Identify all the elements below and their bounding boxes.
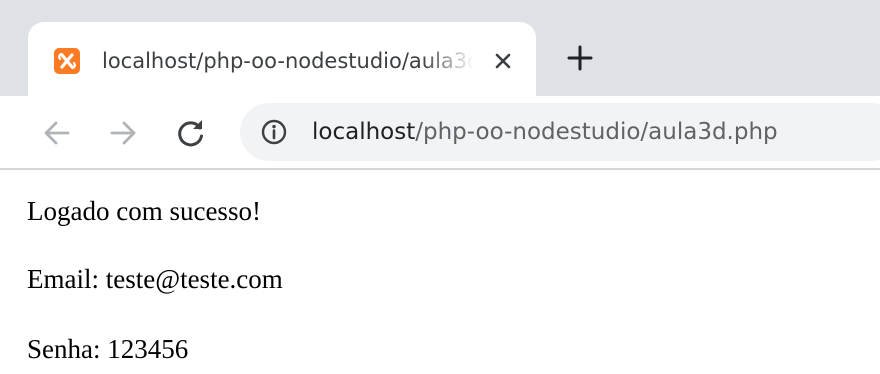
browser-window: localhost/php-oo-nodestudio/aula3d.php: [0, 0, 880, 374]
email-line: Email: teste@teste.com: [27, 264, 283, 294]
close-icon[interactable]: [490, 48, 516, 74]
tab-strip: localhost/php-oo-nodestudio/aula3d.php: [0, 0, 880, 96]
browser-tab[interactable]: localhost/php-oo-nodestudio/aula3d.php: [28, 22, 536, 96]
arrow-left-icon[interactable]: [40, 116, 74, 150]
info-icon[interactable]: [260, 118, 288, 146]
xampp-icon: [54, 48, 80, 74]
url-text: localhost/php-oo-nodestudio/aula3d.php: [312, 103, 778, 161]
toolbar: localhost/php-oo-nodestudio/aula3d.php: [0, 96, 880, 170]
plus-icon[interactable]: [566, 44, 594, 72]
login-success-message: Logado com sucesso!: [27, 196, 261, 226]
url-host: localhost: [312, 119, 416, 145]
url-path: /php-oo-nodestudio/aula3d.php: [415, 119, 778, 145]
address-bar[interactable]: localhost/php-oo-nodestudio/aula3d.php: [240, 103, 880, 161]
page-content: Logado com sucesso! Email: teste@teste.c…: [27, 172, 867, 374]
reload-icon[interactable]: [174, 116, 208, 150]
tab-title: localhost/php-oo-nodestudio/aula3d.php: [102, 49, 474, 73]
password-line: Senha: 123456: [27, 334, 189, 364]
arrow-right-icon[interactable]: [106, 116, 140, 150]
